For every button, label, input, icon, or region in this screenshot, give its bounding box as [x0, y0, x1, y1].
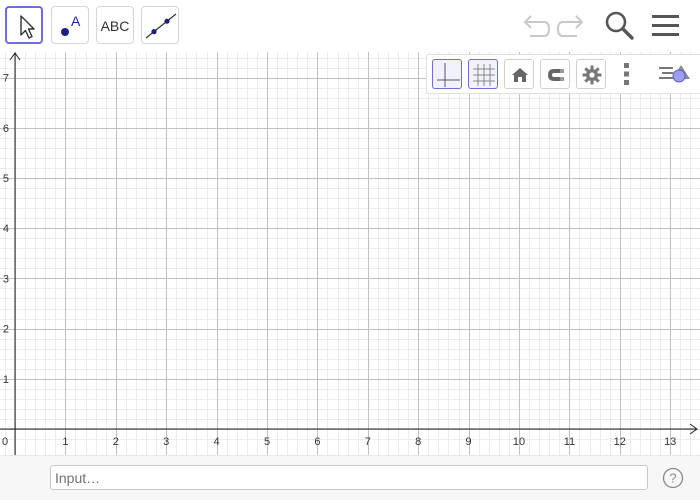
- x-tick-label: 8: [415, 436, 421, 448]
- move-tool-button[interactable]: [5, 6, 43, 44]
- x-tick-label: 6: [314, 436, 320, 448]
- toolbar: A ABC: [0, 0, 700, 52]
- more-options-button[interactable]: [617, 59, 637, 89]
- line-tool-button[interactable]: [141, 6, 179, 44]
- x-tick-label: 7: [365, 436, 371, 448]
- algebra-input[interactable]: [50, 465, 648, 490]
- magnet-icon: [548, 69, 564, 81]
- x-tick-label: 13: [664, 436, 676, 448]
- x-tick-label: 2: [113, 436, 119, 448]
- y-tick-label: 3: [3, 273, 9, 285]
- home-icon: [512, 68, 528, 82]
- menu-icon: [652, 15, 679, 36]
- toggle-grid-button[interactable]: [468, 59, 498, 89]
- major-grid: [0, 52, 700, 455]
- graphics-view[interactable]: 0 1 2 3 4 5 6 7 8 9 10 11 12 13 1234567: [0, 52, 700, 455]
- point-tool-label: A: [71, 13, 81, 29]
- settings-button[interactable]: [576, 59, 606, 89]
- input-bar: ?: [0, 455, 700, 500]
- coordinate-grid[interactable]: 0 1 2 3 4 5 6 7 8 9 10 11 12 13 1234567: [0, 52, 700, 455]
- y-tick-label: 1: [3, 374, 9, 386]
- x-tick-label: 9: [466, 436, 472, 448]
- grid-icon: [473, 64, 495, 86]
- y-tick-label: 7: [3, 73, 9, 85]
- y-tick-label: 6: [3, 123, 9, 135]
- redo-icon: [556, 15, 584, 37]
- search-button[interactable]: [602, 8, 636, 42]
- view-toggle-icon: [659, 65, 690, 83]
- text-tool-label: ABC: [100, 18, 130, 34]
- help-label: ?: [669, 471, 676, 486]
- more-vert-icon: [624, 63, 629, 85]
- gear-icon: [582, 65, 602, 85]
- point-tool-button[interactable]: A: [51, 6, 89, 44]
- x-tick-label: 3: [163, 436, 169, 448]
- x-tick-label: 10: [513, 436, 525, 448]
- x-tick-label: 11: [564, 436, 575, 448]
- help-icon[interactable]: ?: [662, 467, 684, 489]
- undo-icon: [523, 15, 551, 37]
- view-toggle-button[interactable]: [657, 59, 693, 89]
- minor-grid: [0, 52, 700, 455]
- axes-icon: [437, 63, 460, 87]
- x-tick-label: 12: [614, 436, 626, 448]
- x-tick-label: 4: [214, 436, 220, 448]
- arrow-cursor-icon: [20, 15, 35, 39]
- undo-button[interactable]: [518, 8, 552, 42]
- graphics-style-bar: [426, 54, 700, 94]
- standard-view-button[interactable]: [504, 59, 534, 89]
- x-tick-label: 1: [62, 436, 68, 448]
- y-tick-label: 2: [3, 324, 9, 336]
- line-icon: [145, 13, 177, 39]
- y-tick-label: 4: [3, 223, 9, 235]
- toggle-axes-button[interactable]: [432, 59, 462, 89]
- x-tick-label: 5: [264, 436, 270, 448]
- text-tool-button[interactable]: ABC: [96, 6, 134, 44]
- x-axis-tick-labels: 0 1 2 3 4 5 6 7 8 9 10 11 12 13: [2, 436, 676, 448]
- search-icon: [605, 11, 634, 40]
- y-tick-label: 5: [3, 173, 9, 185]
- x-tick-label: 0: [2, 436, 8, 448]
- redo-button[interactable]: [555, 8, 589, 42]
- point-capturing-button[interactable]: [540, 59, 570, 89]
- main-menu-button[interactable]: [649, 8, 683, 42]
